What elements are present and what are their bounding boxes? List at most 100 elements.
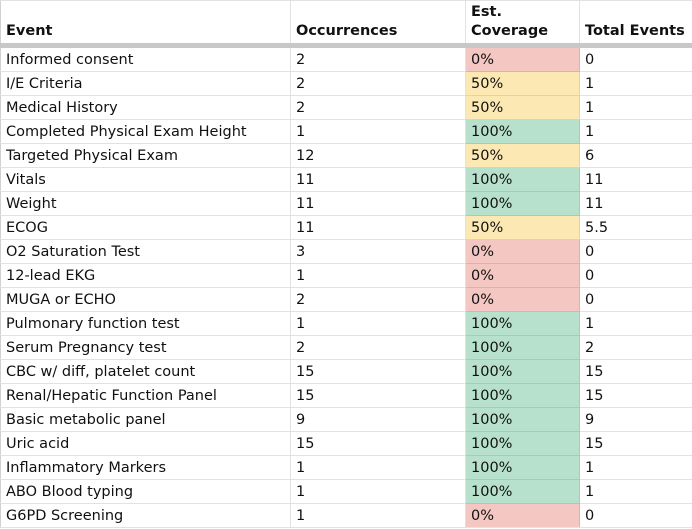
table-row: ECOG 11 50% 5.5 [0, 215, 692, 240]
cell-occurrences[interactable]: 15 [290, 383, 466, 408]
cell-total-events[interactable]: 5.5 [579, 215, 692, 240]
cell-occurrences[interactable]: 1 [290, 455, 466, 480]
cell-est-coverage[interactable]: 100% [465, 407, 580, 432]
cell-est-coverage[interactable]: 50% [465, 143, 580, 168]
cell-est-coverage[interactable]: 100% [465, 119, 580, 144]
cell-est-coverage[interactable]: 100% [465, 455, 580, 480]
cell-est-coverage[interactable]: 100% [465, 359, 580, 384]
cell-total-events[interactable]: 1 [579, 95, 692, 120]
cell-occurrences[interactable]: 1 [290, 311, 466, 336]
table-row: Renal/Hepatic Function Panel 15 100% 15 [0, 383, 692, 408]
cell-occurrences[interactable]: 2 [290, 335, 466, 360]
cell-total-events[interactable]: 15 [579, 383, 692, 408]
cell-total-events[interactable]: 1 [579, 455, 692, 480]
cell-total-events[interactable]: 9 [579, 407, 692, 432]
cell-occurrences[interactable]: 9 [290, 407, 466, 432]
cell-occurrences[interactable]: 12 [290, 143, 466, 168]
table-row: Vitals 11 100% 11 [0, 167, 692, 192]
cell-event[interactable]: I/E Criteria [0, 71, 291, 96]
cell-event[interactable]: Medical History [0, 95, 291, 120]
cell-est-coverage[interactable]: 50% [465, 71, 580, 96]
cell-total-events[interactable]: 2 [579, 335, 692, 360]
cell-event[interactable]: ECOG [0, 215, 291, 240]
table-row: CBC w/ diff, platelet count 15 100% 15 [0, 359, 692, 384]
cell-total-events[interactable]: 0 [579, 503, 692, 528]
cell-total-events[interactable]: 1 [579, 479, 692, 504]
table-row: ABO Blood typing 1 100% 1 [0, 479, 692, 504]
cell-est-coverage[interactable]: 0% [465, 503, 580, 528]
cell-occurrences[interactable]: 1 [290, 503, 466, 528]
cell-event[interactable]: Completed Physical Exam Height [0, 119, 291, 144]
cell-total-events[interactable]: 11 [579, 191, 692, 216]
cell-est-coverage[interactable]: 0% [465, 263, 580, 288]
cell-event[interactable]: CBC w/ diff, platelet count [0, 359, 291, 384]
cell-total-events[interactable]: 15 [579, 359, 692, 384]
cell-event[interactable]: Inflammatory Markers [0, 455, 291, 480]
event-coverage-table: Event Occurrences Est. Coverage Total Eve… [0, 0, 692, 528]
cell-est-coverage[interactable]: 50% [465, 95, 580, 120]
cell-event[interactable]: Pulmonary function test [0, 311, 291, 336]
cell-est-coverage[interactable]: 100% [465, 479, 580, 504]
cell-est-coverage[interactable]: 100% [465, 191, 580, 216]
cell-occurrences[interactable]: 2 [290, 71, 466, 96]
cell-total-events[interactable]: 1 [579, 71, 692, 96]
cell-total-events[interactable]: 0 [579, 45, 692, 72]
cell-total-events[interactable]: 11 [579, 167, 692, 192]
cell-event[interactable]: Vitals [0, 167, 291, 192]
cell-occurrences[interactable]: 2 [290, 95, 466, 120]
cell-est-coverage[interactable]: 50% [465, 215, 580, 240]
cell-event[interactable]: Informed consent [0, 45, 291, 72]
cell-total-events[interactable]: 1 [579, 311, 692, 336]
table-row: Targeted Physical Exam 12 50% 6 [0, 143, 692, 168]
cell-occurrences[interactable]: 11 [290, 191, 466, 216]
cell-event[interactable]: Renal/Hepatic Function Panel [0, 383, 291, 408]
cell-total-events[interactable]: 6 [579, 143, 692, 168]
table-row: Serum Pregnancy test 2 100% 2 [0, 335, 692, 360]
table-row: O2 Saturation Test 3 0% 0 [0, 239, 692, 264]
cell-occurrences[interactable]: 3 [290, 239, 466, 264]
cell-est-coverage[interactable]: 0% [465, 239, 580, 264]
cell-est-coverage[interactable]: 0% [465, 287, 580, 312]
cell-total-events[interactable]: 1 [579, 119, 692, 144]
cell-event[interactable]: 12-lead EKG [0, 263, 291, 288]
cell-occurrences[interactable]: 11 [290, 167, 466, 192]
cell-est-coverage[interactable]: 100% [465, 167, 580, 192]
cell-event[interactable]: Weight [0, 191, 291, 216]
table-row: Inflammatory Markers 1 100% 1 [0, 455, 692, 480]
cell-occurrences[interactable]: 1 [290, 119, 466, 144]
cell-occurrences[interactable]: 2 [290, 287, 466, 312]
header-occurrences[interactable]: Occurrences [290, 0, 466, 48]
cell-total-events[interactable]: 0 [579, 287, 692, 312]
cell-occurrences[interactable]: 15 [290, 431, 466, 456]
cell-occurrences[interactable]: 11 [290, 215, 466, 240]
header-est-coverage-line2: Coverage [471, 23, 549, 39]
table-row: I/E Criteria 2 50% 1 [0, 71, 692, 96]
cell-est-coverage[interactable]: 100% [465, 311, 580, 336]
cell-event[interactable]: ABO Blood typing [0, 479, 291, 504]
cell-total-events[interactable]: 0 [579, 263, 692, 288]
cell-total-events[interactable]: 15 [579, 431, 692, 456]
header-est-coverage[interactable]: Est. Coverage [465, 0, 580, 48]
cell-occurrences[interactable]: 1 [290, 479, 466, 504]
cell-event[interactable]: MUGA or ECHO [0, 287, 291, 312]
cell-est-coverage[interactable]: 100% [465, 431, 580, 456]
header-event[interactable]: Event [0, 0, 291, 48]
table-header: Event Occurrences Est. Coverage Total Eve… [0, 0, 692, 48]
cell-event[interactable]: Basic metabolic panel [0, 407, 291, 432]
cell-event[interactable]: Uric acid [0, 431, 291, 456]
cell-est-coverage[interactable]: 0% [465, 45, 580, 72]
cell-event[interactable]: O2 Saturation Test [0, 239, 291, 264]
header-row: Event Occurrences Est. Coverage Total Eve… [0, 0, 692, 48]
cell-total-events[interactable]: 0 [579, 239, 692, 264]
cell-event[interactable]: Serum Pregnancy test [0, 335, 291, 360]
cell-est-coverage[interactable]: 100% [465, 383, 580, 408]
table-row: Pulmonary function test 1 100% 1 [0, 311, 692, 336]
cell-occurrences[interactable]: 2 [290, 45, 466, 72]
cell-event[interactable]: Targeted Physical Exam [0, 143, 291, 168]
cell-occurrences[interactable]: 1 [290, 263, 466, 288]
table-row: Weight 11 100% 11 [0, 191, 692, 216]
cell-occurrences[interactable]: 15 [290, 359, 466, 384]
header-total-events[interactable]: Total Events [579, 0, 692, 48]
cell-event[interactable]: G6PD Screening [0, 503, 291, 528]
cell-est-coverage[interactable]: 100% [465, 335, 580, 360]
